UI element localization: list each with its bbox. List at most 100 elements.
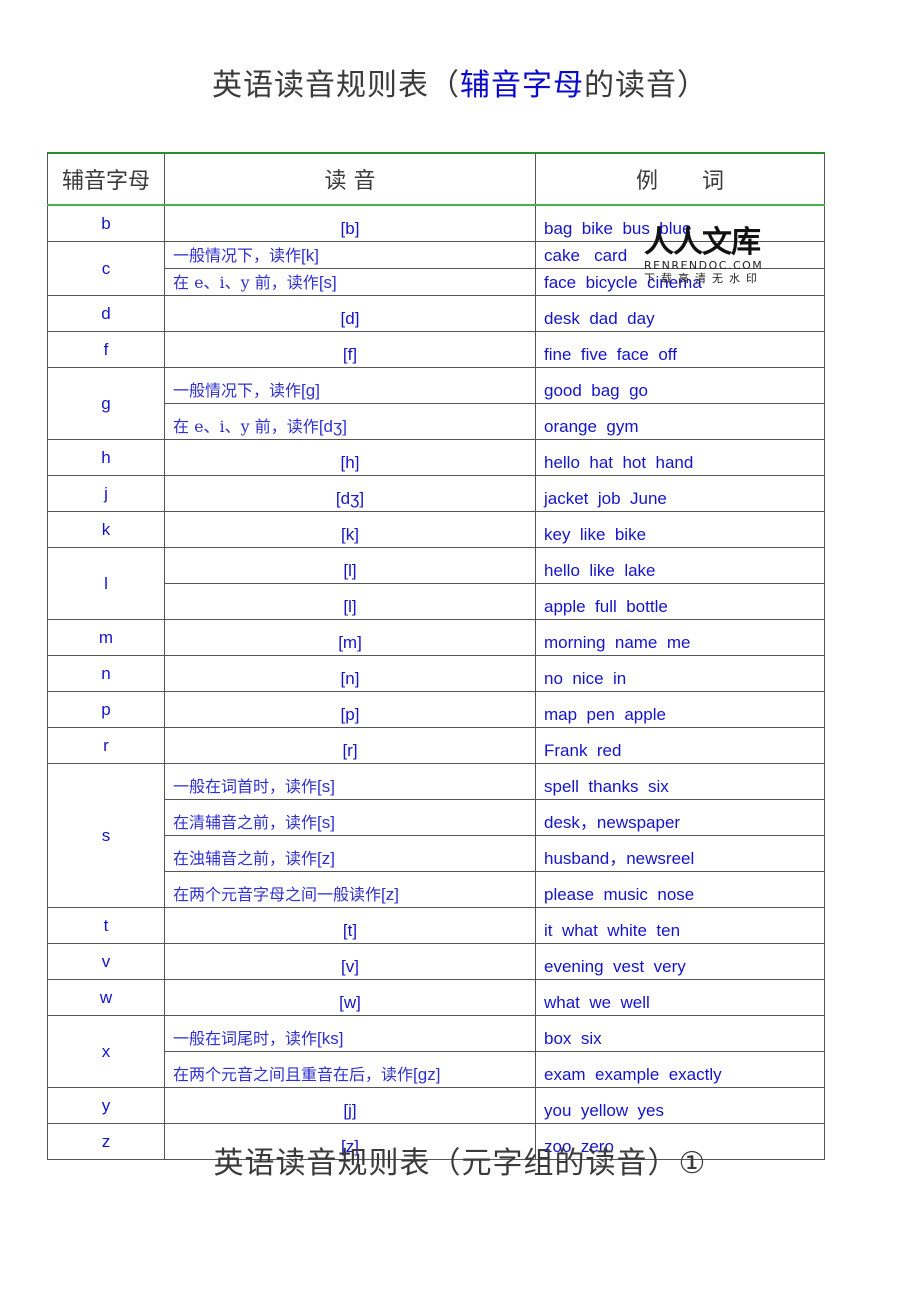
- letter-cell: l: [47, 547, 165, 620]
- examples-cell: cake card: [535, 241, 825, 269]
- letter-cell: f: [47, 331, 165, 368]
- rule-cell: 在浊辅音之前，读作[z]: [164, 835, 536, 872]
- sound-cell: [v]: [164, 943, 536, 980]
- examples-cell: good bag go: [535, 367, 825, 404]
- examples-cell: no nice in: [535, 655, 825, 692]
- table-row: n [n] no nice in: [47, 655, 825, 692]
- table-row: p [p] map pen apple: [47, 691, 825, 728]
- table-row: r [r] Frank red: [47, 727, 825, 764]
- rule-cell: 在两个元音之间且重音在后，读作[gz]: [164, 1051, 536, 1088]
- table-row: d [d] desk dad day: [47, 295, 825, 332]
- table-row: [l] apple full bottle: [48, 583, 825, 620]
- table-row: m [m] morning name me: [47, 619, 825, 656]
- examples-cell: exam example exactly: [535, 1051, 825, 1088]
- examples-cell: bag bike bus blue: [535, 204, 825, 242]
- rule-cell: 一般在词首时，读作[s]: [164, 763, 536, 800]
- table-row: 在两个元音字母之间一般读作[z] please music nose: [48, 871, 825, 908]
- sound-cell: [h]: [164, 439, 536, 476]
- ipa-symbol: [s]: [317, 813, 335, 832]
- table-row: l [l] hello like lake: [47, 547, 825, 620]
- sound-cell: [n]: [164, 655, 536, 692]
- examples-cell: hello hat hot hand: [535, 439, 825, 476]
- letter-cell: b: [47, 204, 165, 242]
- table-row: 在清辅音之前，读作[s] desk，newspaper: [48, 799, 825, 836]
- examples-cell: map pen apple: [535, 691, 825, 728]
- ipa-symbol: [gz]: [413, 1065, 441, 1084]
- table-row: 在 e、i、y 前，读作[dʒ] orange gym: [48, 403, 825, 440]
- table-row: s 一般在词首时，读作[s] spell thanks six: [47, 763, 825, 908]
- examples-cell: Frank red: [535, 727, 825, 764]
- rule-cell: 一般情况下，读作[g]: [164, 367, 536, 404]
- letter-cell: k: [47, 511, 165, 548]
- table-row: c 一般情况下，读作[k] cake card: [47, 241, 825, 296]
- letter-cell: n: [47, 655, 165, 692]
- letter-cell: x: [47, 1015, 165, 1088]
- table-row: y [j] you yellow yes: [47, 1087, 825, 1124]
- letter-cell: w: [47, 979, 165, 1016]
- header-letter: 辅音字母: [47, 152, 165, 206]
- examples-cell: apple full bottle: [535, 583, 825, 620]
- ipa-symbol: [z]: [317, 849, 335, 868]
- table-row: k [k] key like bike: [47, 511, 825, 548]
- letter-cell: m: [47, 619, 165, 656]
- table-row: j [dʒ] jacket job June: [47, 475, 825, 512]
- rule-cell: 一般情况下，读作[k]: [164, 241, 536, 269]
- letter-cell: v: [47, 943, 165, 980]
- rule-cell: 在 e、i、y 前，读作[s]: [164, 268, 536, 296]
- letter-cell: d: [47, 295, 165, 332]
- examples-cell: orange gym: [535, 403, 825, 440]
- table-row: w [w] what we well: [47, 979, 825, 1016]
- letter-cell: j: [47, 475, 165, 512]
- letter-cell: t: [47, 907, 165, 944]
- title-highlight: 辅音字母: [460, 68, 584, 103]
- letter-cell: g: [47, 367, 165, 440]
- ipa-symbol: [s]: [317, 777, 335, 796]
- rule-text: 在浊辅音之前，读作: [173, 849, 318, 868]
- ipa-symbol: [z]: [381, 885, 399, 904]
- rule-text: 一般在词首时，读作: [173, 777, 318, 796]
- rule-cell: 在两个元音字母之间一般读作[z]: [164, 871, 536, 908]
- sound-cell: [b]: [164, 204, 536, 242]
- table-row: t [t] it what white ten: [47, 907, 825, 944]
- letter-cell: h: [47, 439, 165, 476]
- sound-cell: [t]: [164, 907, 536, 944]
- rule-text: 在清辅音之前，读作: [173, 813, 318, 832]
- examples-cell: spell thanks six: [535, 763, 825, 800]
- examples-cell: morning name me: [535, 619, 825, 656]
- letter-cell: p: [47, 691, 165, 728]
- ipa-symbol: [ks]: [317, 1029, 344, 1048]
- table-row: x 一般在词尾时，读作[ks] box six: [47, 1015, 825, 1088]
- sound-cell: [k]: [164, 511, 536, 548]
- next-section-title: 英语读音规则表（元字组的读音）①: [213, 1146, 707, 1181]
- sound-cell: [p]: [164, 691, 536, 728]
- letter-cell: s: [47, 763, 165, 908]
- examples-cell: fine five face off: [535, 331, 825, 368]
- examples-cell: hello like lake: [535, 547, 825, 584]
- examples-cell: it what white ten: [535, 907, 825, 944]
- header-examples: 例 词: [535, 152, 825, 206]
- sound-cell: [f]: [164, 331, 536, 368]
- rule-text: 在 e、i、y 前，读作: [173, 273, 319, 292]
- sound-cell: [d]: [164, 295, 536, 332]
- rule-text: 一般在词尾时，读作: [173, 1029, 318, 1048]
- table-row: g 一般情况下，读作[g] good bag go: [47, 367, 825, 440]
- ipa-symbol: [g]: [301, 381, 320, 400]
- sound-cell: [r]: [164, 727, 536, 764]
- rule-text: 在两个元音之间且重音在后，读作: [173, 1065, 414, 1084]
- sound-cell: [l]: [164, 583, 536, 620]
- table-row: f [f] fine five face off: [47, 331, 825, 368]
- examples-cell: box six: [535, 1015, 825, 1052]
- letter-cell: c: [47, 241, 165, 296]
- title-suffix: 的读音）: [584, 68, 708, 103]
- examples-cell: desk dad day: [535, 295, 825, 332]
- page-title: 英语读音规则表（辅音字母的读音）: [0, 60, 920, 104]
- rule-text: 一般情况下，读作: [173, 246, 302, 265]
- examples-cell: please music nose: [535, 871, 825, 908]
- letter-cell: r: [47, 727, 165, 764]
- rule-text: 一般情况下，读作: [173, 381, 302, 400]
- ipa-symbol: [k]: [301, 246, 319, 265]
- rule-cell: 一般在词尾时，读作[ks]: [164, 1015, 536, 1052]
- examples-cell: jacket job June: [535, 475, 825, 512]
- sound-cell: [dʒ]: [164, 475, 536, 512]
- table-row: 在两个元音之间且重音在后，读作[gz] exam example exactly: [48, 1051, 825, 1088]
